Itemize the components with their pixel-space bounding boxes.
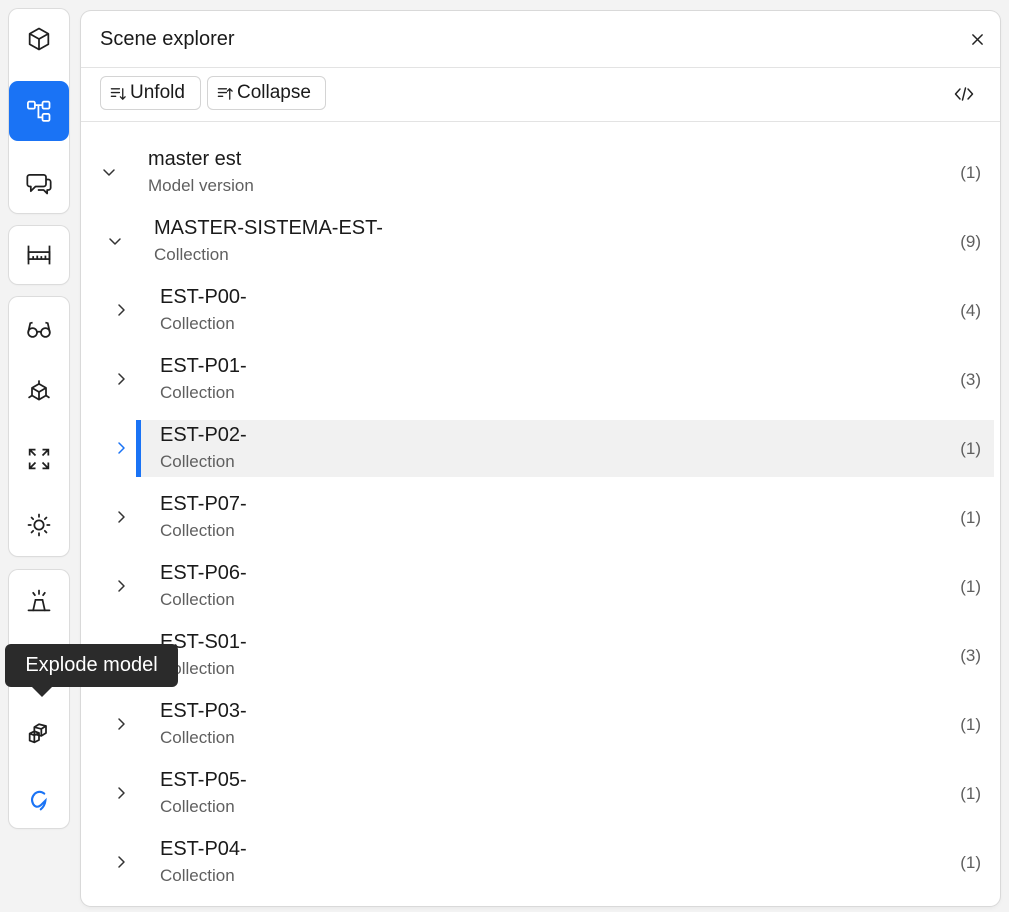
tree-row[interactable]: master est Model version (1)	[87, 144, 994, 201]
explode-model-button[interactable]	[9, 703, 69, 763]
fit-view-icon	[28, 448, 50, 470]
chevron-right-icon[interactable]	[111, 507, 131, 527]
discussions-button[interactable]	[9, 153, 69, 213]
chevron-down-icon[interactable]	[105, 231, 125, 251]
tooltip-text: Explode model	[25, 654, 158, 676]
code-icon	[954, 87, 974, 101]
collapse-label: Collapse	[237, 82, 311, 103]
tree-row[interactable]: EST-P01- Collection (3)	[87, 351, 994, 408]
cube-icon	[28, 27, 50, 51]
chevron-right-icon[interactable]	[111, 438, 131, 458]
tree-item-count: (1)	[960, 853, 981, 872]
tree-row[interactable]: EST-P05- Collection (1)	[87, 765, 994, 822]
view-modes-button[interactable]	[9, 299, 69, 359]
measure-ruler-icon	[27, 245, 51, 265]
fit-view-button[interactable]	[9, 429, 69, 489]
panel-toolbar: Unfold Collapse	[81, 67, 1000, 122]
tree-row[interactable]: EST-P07- Collection (1)	[87, 489, 994, 546]
chevron-right-icon[interactable]	[111, 300, 131, 320]
section-box-button[interactable]	[9, 362, 69, 422]
tree-item-count: (9)	[960, 232, 981, 251]
tree-item-type: Collection	[160, 452, 235, 471]
tree-item-name: EST-P07-	[160, 493, 247, 515]
unfold-icon	[110, 87, 126, 100]
light-controls-button[interactable]	[9, 495, 69, 555]
tree-item-name: EST-P00-	[160, 286, 247, 308]
section-box-icon	[28, 380, 50, 401]
tree-item-name: EST-P04-	[160, 838, 247, 860]
tree-item-type: Collection	[160, 797, 235, 816]
tree-item-type: Collection	[154, 245, 229, 264]
tree-item-type: Collection	[160, 728, 235, 747]
tree-item-name: master est	[148, 148, 242, 170]
tree-item-count: (1)	[960, 439, 981, 458]
tree-item-name: EST-P03-	[160, 700, 247, 722]
tree-row[interactable]: EST-P04- Collection (1)	[87, 834, 994, 891]
tree-item-type: Collection	[160, 866, 235, 885]
measure-button[interactable]	[9, 225, 69, 285]
scene-explorer-button[interactable]	[9, 81, 69, 141]
chevron-right-icon[interactable]	[111, 576, 131, 596]
chevron-right-icon[interactable]	[111, 369, 131, 389]
collapse-button[interactable]: Collapse	[207, 76, 326, 110]
models-button[interactable]	[9, 9, 69, 69]
tree-item-type: Collection	[160, 590, 235, 609]
comments-icon	[26, 173, 52, 195]
tree-item-type: Collection	[160, 521, 235, 540]
chevron-down-icon[interactable]	[99, 162, 119, 182]
glasses-icon	[27, 321, 51, 338]
tree-item-count: (1)	[960, 508, 981, 527]
presentation-button[interactable]	[9, 571, 69, 631]
toolgroup-measure	[9, 226, 69, 284]
tree-row[interactable]: EST-P02- Collection (1)	[118, 420, 994, 477]
selection-indicator	[136, 420, 141, 477]
chevron-right-icon[interactable]	[111, 783, 131, 803]
speckle-logo-icon	[30, 790, 47, 811]
tree-row[interactable]: EST-P06- Collection (1)	[87, 558, 994, 615]
tree-item-count: (1)	[960, 715, 981, 734]
tree-item-count: (1)	[960, 163, 981, 182]
speckle-button[interactable]	[9, 770, 69, 830]
tree-item-count: (4)	[960, 301, 981, 320]
collapse-icon	[217, 87, 233, 100]
toolgroup-main	[9, 9, 69, 213]
explode-model-icon	[28, 723, 47, 744]
close-button[interactable]	[966, 28, 988, 50]
unfold-button[interactable]: Unfold	[100, 76, 201, 110]
tree-item-count: (3)	[960, 646, 981, 665]
tree-item-count: (1)	[960, 784, 981, 803]
chevron-right-icon[interactable]	[111, 852, 131, 872]
tree-row[interactable]: EST-P03- Collection (1)	[87, 696, 994, 753]
tree-item-count: (3)	[960, 370, 981, 389]
tree-item-name: EST-P02-	[160, 424, 247, 446]
tree-structure-icon	[27, 100, 51, 122]
panel-title: Scene explorer	[100, 28, 235, 50]
tree-row[interactable]: EST-S01- Collection (3)	[87, 627, 994, 684]
tree-item-name: EST-P01-	[160, 355, 247, 377]
tree-item-count: (1)	[960, 577, 981, 596]
presentation-icon	[27, 589, 51, 612]
close-icon	[971, 33, 983, 45]
explode-model-tooltip: Explode model	[5, 644, 178, 697]
tree-item-name: EST-P06-	[160, 562, 247, 584]
tree-item-type: Model version	[148, 176, 254, 195]
toolgroup-extra	[9, 570, 69, 828]
toolgroup-view	[9, 297, 69, 556]
sun-light-icon	[27, 513, 51, 537]
chevron-right-icon[interactable]	[111, 714, 131, 734]
scene-explorer-panel: Scene explorer Unfold Collapse master es…	[81, 11, 1000, 906]
tree-item-type: Collection	[160, 314, 235, 333]
unfold-label: Unfold	[130, 82, 185, 103]
panel-header: Scene explorer	[81, 11, 1000, 68]
tree-item-type: Collection	[160, 383, 235, 402]
tree-item-name: EST-P05-	[160, 769, 247, 791]
tree-row[interactable]: MASTER-SISTEMA-EST- Collection (9)	[87, 213, 994, 270]
tree-item-name: MASTER-SISTEMA-EST-	[154, 217, 383, 239]
tree-row[interactable]: EST-P00- Collection (4)	[87, 282, 994, 339]
dev-mode-button[interactable]	[952, 84, 976, 104]
